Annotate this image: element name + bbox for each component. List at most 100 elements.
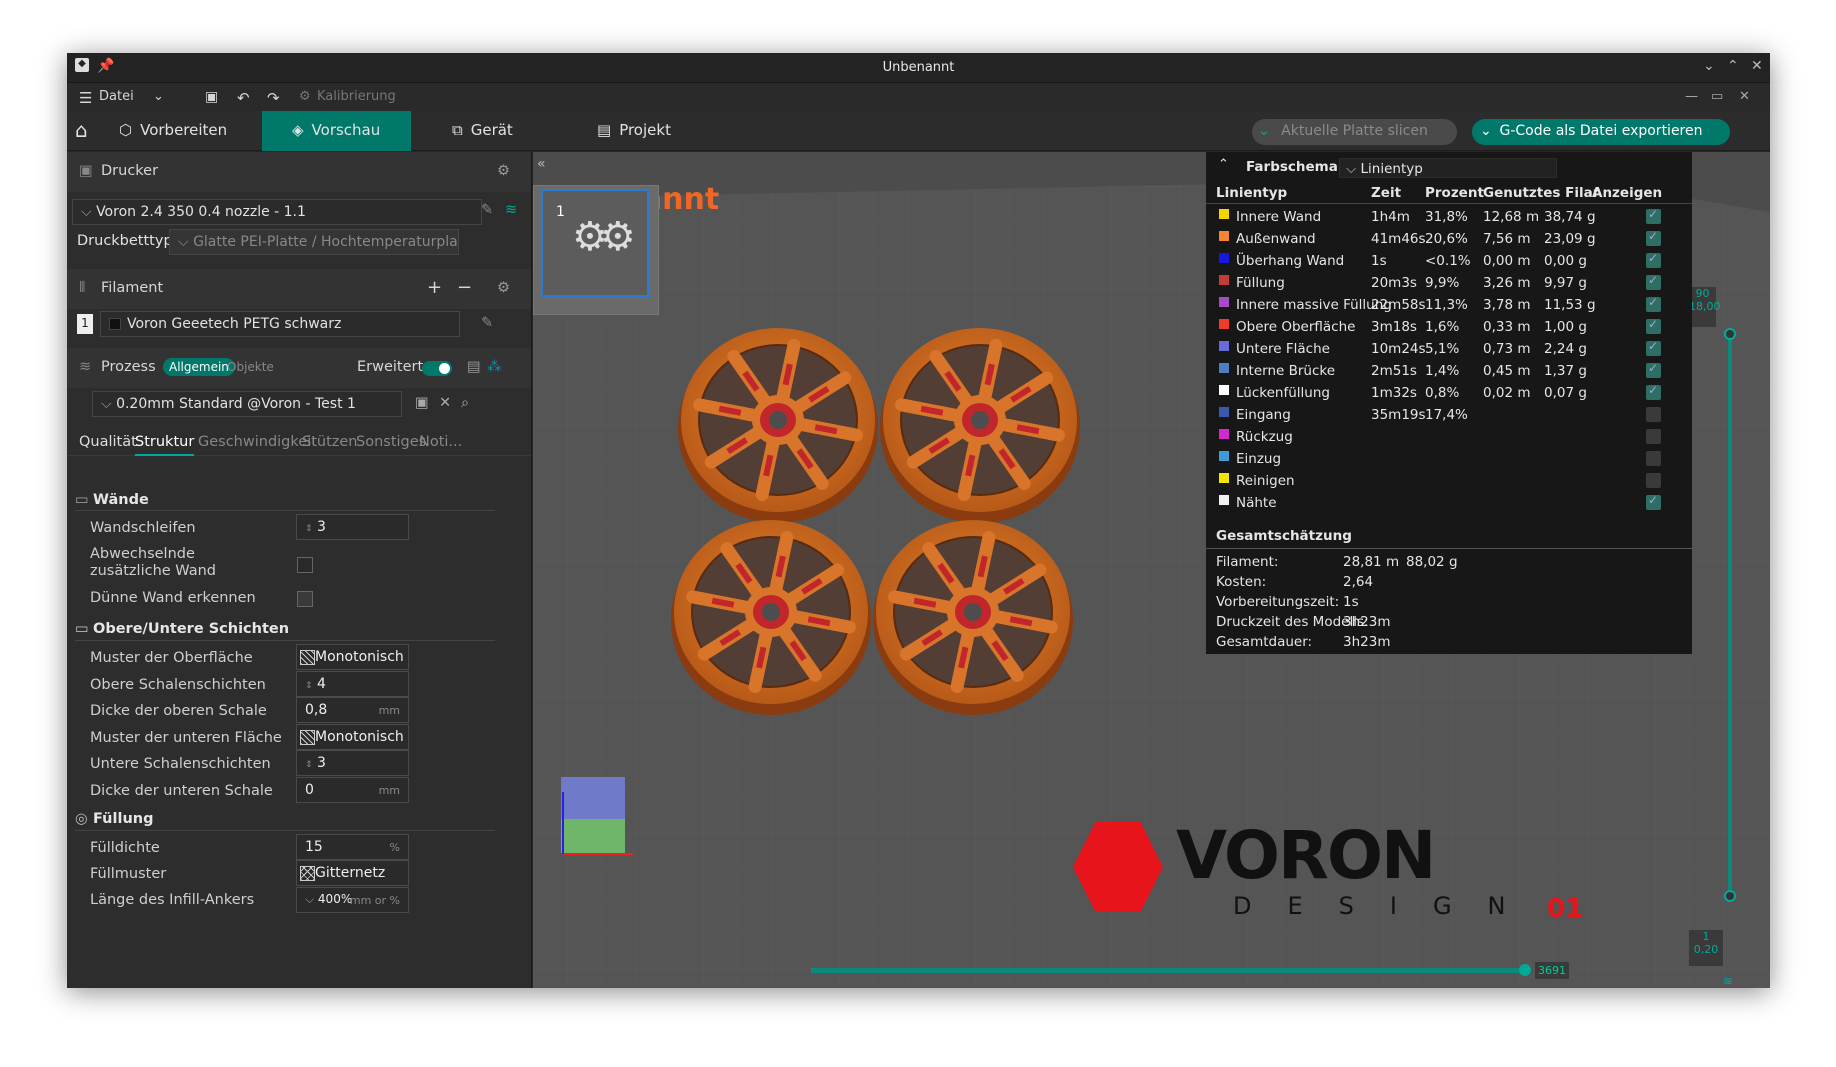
chevron-down-icon[interactable]: ⌄ bbox=[1703, 58, 1715, 74]
top-pattern-select[interactable]: Monotonisch bbox=[296, 644, 409, 670]
show-line-type-checkbox[interactable] bbox=[1646, 451, 1661, 466]
legend-row: Interne Brücke 2m51s 1,4% 0,45 m 1,37 g bbox=[1206, 360, 1692, 382]
printer-settings-icon[interactable]: ⚙ bbox=[497, 163, 510, 179]
close-window-icon[interactable]: ✕ bbox=[1751, 58, 1763, 74]
wifi-icon[interactable]: ≋ bbox=[505, 202, 517, 218]
alternate-wall-checkbox[interactable] bbox=[297, 557, 313, 573]
wheel-model[interactable] bbox=[873, 520, 1073, 715]
move-slider-handle[interactable] bbox=[1519, 964, 1531, 976]
wheel-model[interactable] bbox=[671, 520, 871, 715]
show-line-type-checkbox[interactable] bbox=[1646, 493, 1661, 510]
maximize-chevron-icon[interactable]: ⌃ bbox=[1727, 58, 1739, 74]
show-line-type-checkbox[interactable] bbox=[1646, 473, 1661, 488]
line-type-time: 20m3s bbox=[1371, 275, 1417, 291]
search-icon[interactable]: ⌕ bbox=[461, 395, 469, 411]
export-dropdown-icon[interactable]: ⌄ bbox=[1480, 123, 1492, 139]
file-menu-chevron-icon[interactable]: ⌄ bbox=[153, 89, 164, 104]
bed-type-select[interactable]: ⌵ Glatte PEI-Platte / Hochtemperaturplat… bbox=[169, 229, 459, 255]
subtab-structure[interactable]: Struktur bbox=[135, 434, 195, 456]
layer-slider-track[interactable] bbox=[1728, 332, 1732, 897]
export-gcode-button[interactable]: ⌄ G-Code als Datei exportieren bbox=[1472, 119, 1730, 145]
subtab-others[interactable]: Sonstiges bbox=[356, 434, 426, 450]
delete-preset-icon[interactable]: ✕ bbox=[439, 395, 451, 411]
filament-select[interactable]: Voron Geeetech PETG schwarz bbox=[100, 311, 460, 337]
wheel-model[interactable] bbox=[880, 328, 1080, 523]
top-layers-input[interactable]: ⇕ 4 bbox=[296, 671, 409, 697]
layers-icon[interactable]: ≋ bbox=[1723, 974, 1733, 988]
save-preset-icon[interactable]: ▣ bbox=[415, 395, 429, 411]
collapse-sidebar-icon[interactable]: « bbox=[537, 156, 546, 172]
move-slider-track[interactable] bbox=[811, 968, 1521, 973]
edit-filament-icon[interactable]: ✎ bbox=[481, 315, 493, 331]
plate-thumbnail[interactable]: 1 ⚙⚙ bbox=[533, 185, 659, 315]
printer-profile-select[interactable]: ⌵ Voron 2.4 350 0.4 nozzle - 1.1 bbox=[72, 199, 482, 225]
line-type-name: Reinigen bbox=[1236, 473, 1295, 489]
bottom-thickness-input[interactable]: 0 mm bbox=[296, 777, 409, 803]
hamburger-menu-icon[interactable]: ☰ bbox=[79, 89, 92, 107]
show-line-type-checkbox[interactable] bbox=[1646, 339, 1661, 356]
show-line-type-checkbox[interactable] bbox=[1646, 273, 1661, 290]
undo-icon[interactable]: ↶ bbox=[237, 89, 250, 107]
add-filament-icon[interactable]: + bbox=[427, 277, 442, 298]
tab-device[interactable]: ⧉ Gerät bbox=[452, 111, 532, 151]
compare-icon[interactable]: ▤ bbox=[467, 359, 481, 375]
collapse-legend-icon[interactable]: ⌃ bbox=[1218, 157, 1229, 172]
slice-dropdown-icon[interactable]: ⌄ bbox=[1258, 123, 1270, 139]
filament-settings-icon[interactable]: ⚙ bbox=[497, 280, 510, 296]
color-scheme-select[interactable]: ⌵ Linientyp bbox=[1339, 158, 1557, 178]
bottom-layers-input[interactable]: ⇕ 3 bbox=[296, 750, 409, 776]
thin-wall-checkbox[interactable] bbox=[297, 591, 313, 607]
restore-icon[interactable]: ▭ bbox=[1711, 89, 1723, 104]
summary-row: Druckzeit des Modells: 3h23m bbox=[1216, 614, 1686, 634]
advanced-switch[interactable] bbox=[422, 361, 452, 376]
infill-pattern-select[interactable]: Gitternetz bbox=[296, 860, 409, 886]
slice-plate-button[interactable]: ⌄ Aktuelle Platte slicen bbox=[1252, 119, 1457, 145]
redo-icon[interactable]: ↷ bbox=[267, 89, 280, 107]
bottom-pattern-select[interactable]: Monotonisch bbox=[296, 724, 409, 750]
tab-project[interactable]: ▤ Projekt bbox=[597, 111, 687, 151]
remove-filament-icon[interactable]: − bbox=[457, 277, 472, 298]
show-line-type-checkbox[interactable] bbox=[1646, 429, 1661, 444]
line-type-time: 22m58s bbox=[1371, 297, 1426, 313]
show-line-type-checkbox[interactable] bbox=[1646, 383, 1661, 400]
summary-row: Gesamtdauer: 3h23m bbox=[1216, 634, 1686, 654]
filament-section-header[interactable]: ⦀ Filament + − ⚙ bbox=[67, 269, 531, 309]
home-icon[interactable]: ⌂ bbox=[75, 111, 103, 151]
wall-loops-input[interactable]: ⇕ 3 bbox=[296, 514, 409, 540]
minimize-icon[interactable]: — bbox=[1685, 89, 1698, 104]
infill-group-title: Füllung bbox=[93, 811, 154, 827]
edit-printer-icon[interactable]: ✎ bbox=[481, 202, 493, 218]
tab-prepare[interactable]: ⬡ Vorbereiten bbox=[119, 111, 227, 151]
top-pattern-value: Monotonisch bbox=[315, 649, 404, 665]
subtab-supports[interactable]: Stützen bbox=[302, 434, 358, 450]
show-line-type-checkbox[interactable] bbox=[1646, 317, 1661, 334]
process-preset-select[interactable]: ⌵ 0.20mm Standard @Voron - Test 1 bbox=[92, 391, 402, 417]
save-icon[interactable]: ▣ bbox=[205, 89, 218, 105]
printer-section-header[interactable]: ▣ Drucker ⚙ bbox=[67, 152, 531, 192]
wheel-model[interactable] bbox=[678, 328, 878, 523]
infill-anchor-input[interactable]: ⌵ 400% mm or % bbox=[296, 887, 409, 913]
object-list-icon[interactable]: ⁂ bbox=[487, 359, 502, 375]
show-line-type-checkbox[interactable] bbox=[1646, 407, 1661, 422]
show-line-type-checkbox[interactable] bbox=[1646, 229, 1661, 246]
tab-preview-label: Vorschau bbox=[311, 121, 381, 139]
calibration-menu[interactable]: Kalibrierung bbox=[317, 89, 396, 104]
show-line-type-checkbox[interactable] bbox=[1646, 361, 1661, 378]
close-icon[interactable]: ✕ bbox=[1739, 89, 1750, 104]
subtab-speed[interactable]: Geschwindigkeit bbox=[198, 434, 317, 450]
tab-preview[interactable]: ◈ Vorschau bbox=[262, 111, 411, 151]
file-menu[interactable]: Datei bbox=[99, 89, 134, 104]
show-line-type-checkbox[interactable] bbox=[1646, 251, 1661, 268]
subtab-notes[interactable]: Noti... bbox=[419, 434, 462, 450]
layer-slider-bottom-handle[interactable] bbox=[1724, 890, 1736, 902]
process-global-toggle[interactable]: Allgemein bbox=[163, 358, 235, 376]
subtab-quality[interactable]: Qualität bbox=[79, 434, 137, 450]
calibration-icon[interactable]: ⚙ bbox=[299, 89, 311, 104]
plate-number: 1 bbox=[556, 204, 565, 220]
show-line-type-checkbox[interactable] bbox=[1646, 295, 1661, 312]
top-thickness-input[interactable]: 0,8 mm bbox=[296, 697, 409, 723]
process-objects-toggle[interactable]: Objekte bbox=[227, 360, 274, 374]
show-line-type-checkbox[interactable] bbox=[1646, 207, 1661, 224]
infill-density-input[interactable]: 15% bbox=[296, 834, 409, 860]
layer-slider-top-handle[interactable] bbox=[1724, 328, 1736, 340]
